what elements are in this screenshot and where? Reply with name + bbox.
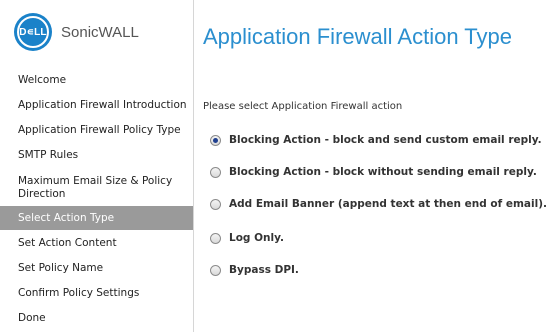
- step-label: SMTP Rules: [18, 148, 79, 161]
- radio-button[interactable]: [210, 232, 221, 244]
- step-smtp-rules[interactable]: SMTP Rules: [0, 143, 193, 167]
- wizard-sidebar: D∊LL SonicWALL Welcome Application Firew…: [0, 0, 194, 332]
- radio-button[interactable]: [210, 198, 221, 210]
- step-label: Set Policy Name: [18, 261, 104, 274]
- dell-logo: D∊LL: [14, 13, 52, 51]
- product-name: SonicWALL: [61, 23, 139, 41]
- step-select-action-type[interactable]: Select Action Type: [0, 206, 193, 230]
- option-label: Add Email Banner (append text at then en…: [229, 198, 547, 210]
- step-label: Confirm Policy Settings: [18, 286, 140, 299]
- option-add-email-banner[interactable]: Add Email Banner (append text at then en…: [210, 198, 547, 210]
- radio-button-checked[interactable]: [210, 134, 221, 146]
- dell-logo-text: D∊LL: [19, 26, 47, 38]
- step-set-action-content[interactable]: Set Action Content: [0, 231, 193, 255]
- page-title: Application Firewall Action Type: [203, 24, 512, 49]
- radio-button[interactable]: [210, 166, 221, 178]
- step-label: Set Action Content: [18, 236, 117, 249]
- radio-button[interactable]: [210, 264, 221, 276]
- step-application-firewall-introduction[interactable]: Application Firewall Introduction: [0, 93, 193, 117]
- option-log-only[interactable]: Log Only.: [210, 232, 284, 244]
- step-label: Select Action Type: [18, 211, 115, 224]
- step-done[interactable]: Done: [0, 306, 193, 330]
- option-blocking-send-reply[interactable]: Blocking Action - block and send custom …: [210, 134, 542, 146]
- option-bypass-dpi[interactable]: Bypass DPI.: [210, 264, 299, 276]
- option-label: Blocking Action - block without sending …: [229, 166, 537, 178]
- step-confirm-policy-settings[interactable]: Confirm Policy Settings: [0, 281, 193, 305]
- option-label: Blocking Action - block and send custom …: [229, 134, 542, 146]
- step-label: Welcome: [18, 73, 67, 86]
- step-label: Application Firewall Policy Type: [18, 123, 181, 136]
- brand-header: D∊LL SonicWALL: [14, 13, 139, 51]
- option-label: Bypass DPI.: [229, 264, 299, 276]
- step-maximum-email-size-policy-direction[interactable]: Maximum Email Size & Policy Direction: [0, 171, 193, 205]
- step-welcome[interactable]: Welcome: [0, 68, 193, 92]
- step-label: Done: [18, 311, 46, 324]
- step-label: Application Firewall Introduction: [18, 98, 187, 111]
- action-prompt: Please select Application Firewall actio…: [203, 101, 403, 112]
- option-label: Log Only.: [229, 232, 284, 244]
- option-blocking-no-reply[interactable]: Blocking Action - block without sending …: [210, 166, 537, 178]
- step-set-policy-name[interactable]: Set Policy Name: [0, 256, 193, 280]
- step-label: Maximum Email Size & Policy Direction: [18, 175, 173, 200]
- step-application-firewall-policy-type[interactable]: Application Firewall Policy Type: [0, 118, 193, 142]
